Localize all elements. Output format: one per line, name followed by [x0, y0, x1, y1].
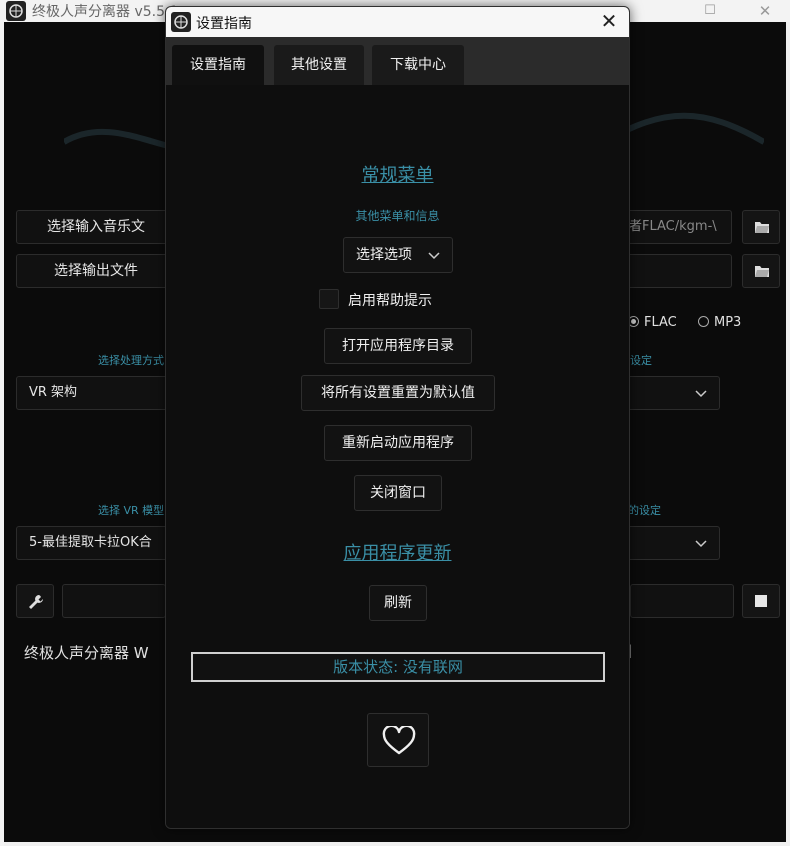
right-setting-label-2: 的设定: [628, 504, 661, 517]
other-menu-label: 其他菜单和信息: [355, 209, 440, 223]
progress-field-right: [630, 584, 734, 618]
settings-wrench-button[interactable]: [16, 584, 54, 618]
wrench-icon: [29, 595, 43, 609]
select-option-dropdown[interactable]: 选择选项: [343, 237, 453, 273]
format-mp3-label: MP3: [714, 315, 742, 330]
open-app-directory-button[interactable]: 打开应用程序目录: [324, 328, 472, 364]
process-method-label: 选择处理方式: [98, 354, 164, 367]
output-path-field[interactable]: [620, 254, 732, 288]
version-status-box: 版本状态: 没有联网: [191, 652, 605, 682]
radio-unselected-icon: [698, 316, 709, 327]
input-folder-button[interactable]: [742, 210, 780, 244]
dialog-content: 常规菜单 其他菜单和信息 选择选项 启用帮助提示 打开应用程序目录 将所有设置重…: [166, 85, 629, 828]
footer-app-name: 终极人声分离器 W: [24, 644, 149, 662]
right-setting-select-2[interactable]: [620, 526, 720, 560]
folder-open-icon: [755, 266, 769, 277]
general-menu-title[interactable]: 常规菜单: [166, 161, 629, 187]
restart-app-button[interactable]: 重新启动应用程序: [324, 425, 472, 461]
right-setting-label: 设定: [630, 354, 652, 367]
main-window-title: 终极人声分离器 v5.5.1: [32, 4, 179, 20]
input-path-field[interactable]: 者FLAC/kgm-\: [620, 210, 732, 244]
dialog-titlebar: 设置指南 ✕: [166, 7, 629, 37]
dialog-title: 设置指南: [196, 16, 252, 32]
help-hints-label: 启用帮助提示: [348, 293, 432, 309]
output-folder-button[interactable]: [742, 254, 780, 288]
tab-bar: 设置指南 其他设置 下载中心: [166, 37, 629, 85]
chevron-down-icon: [695, 390, 707, 398]
select-output-button[interactable]: 选择输出文件: [16, 254, 176, 288]
app-logo-icon: [6, 1, 26, 21]
settings-dialog: 设置指南 ✕ 设置指南 其他设置 下载中心 常规菜单 其他菜单和信息 选择选项 …: [165, 6, 630, 829]
reset-defaults-button[interactable]: 将所有设置重置为默认值: [301, 375, 495, 411]
app-update-title[interactable]: 应用程序更新: [166, 539, 629, 565]
tab-settings-guide[interactable]: 设置指南: [172, 45, 264, 85]
tab-other-settings[interactable]: 其他设置: [274, 45, 364, 85]
chevron-down-icon: [428, 252, 440, 260]
format-flac-radio[interactable]: FLAC: [628, 315, 677, 330]
refresh-button[interactable]: 刷新: [369, 585, 427, 621]
select-option-value: 选择选项: [356, 247, 412, 263]
maximize-icon[interactable]: ☐: [690, 0, 730, 22]
stop-button[interactable]: [742, 584, 780, 618]
stop-icon: [755, 595, 767, 607]
dialog-close-icon[interactable]: ✕: [597, 9, 621, 33]
select-input-button[interactable]: 选择输入音乐文: [16, 210, 176, 244]
vr-model-label: 选择 VR 模型: [98, 504, 165, 517]
format-mp3-radio[interactable]: MP3: [698, 315, 741, 330]
app-logo-icon: [171, 12, 191, 32]
heart-icon: [382, 726, 416, 755]
folder-open-icon: [755, 222, 769, 233]
close-icon[interactable]: ✕: [745, 0, 785, 22]
format-flac-label: FLAC: [644, 315, 677, 330]
donate-heart-button[interactable]: [367, 713, 429, 767]
chevron-down-icon: [695, 540, 707, 548]
close-window-button[interactable]: 关闭窗口: [354, 475, 442, 511]
process-method-select[interactable]: VR 架构: [16, 376, 176, 410]
tab-download-center[interactable]: 下载中心: [372, 45, 464, 85]
progress-field-left: [62, 584, 166, 618]
vr-model-select[interactable]: 5-最佳提取卡拉OK合: [16, 526, 176, 560]
right-setting-select[interactable]: [620, 376, 720, 410]
help-hints-checkbox[interactable]: [319, 289, 339, 309]
